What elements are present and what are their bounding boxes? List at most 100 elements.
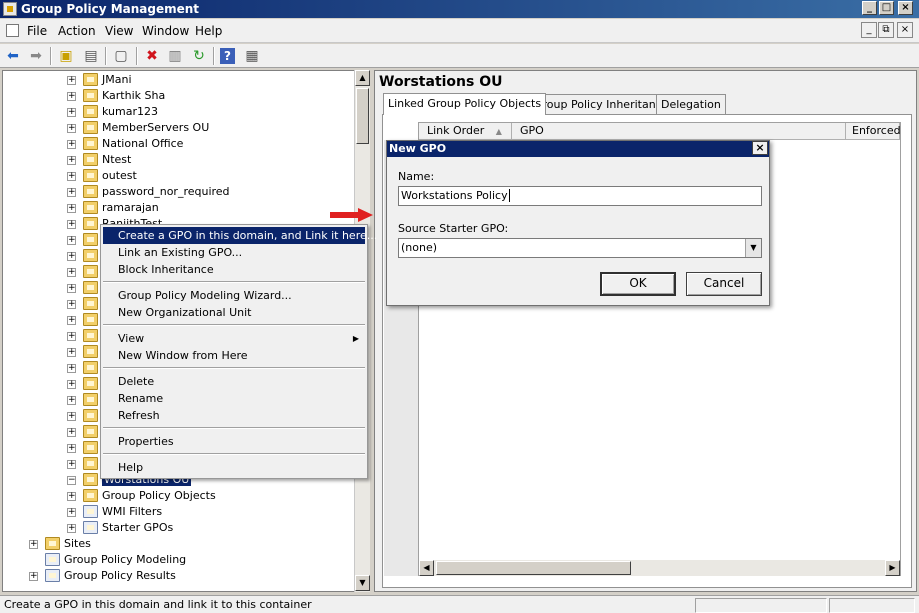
column-enforced[interactable]: Enforced <box>846 123 901 140</box>
context-menu-item[interactable]: Properties <box>103 433 365 450</box>
context-menu-item[interactable]: New Organizational Unit <box>103 304 365 321</box>
tree-item-domain-child[interactable]: + Starter GPOs <box>3 520 363 536</box>
source-starter-gpo-select[interactable]: (none) ▼ <box>398 238 762 258</box>
expand-icon[interactable]: + <box>67 92 76 101</box>
console-icon[interactable]: ▦ <box>243 47 261 65</box>
context-menu-item[interactable]: Rename <box>103 390 365 407</box>
list-horizontal-scrollbar[interactable]: ◀ ▶ <box>419 560 900 576</box>
system-menu-icon[interactable] <box>6 24 19 37</box>
context-menu-item[interactable]: Delete <box>103 373 365 390</box>
expand-icon[interactable]: + <box>67 268 76 277</box>
back-arrow-icon[interactable]: ⬅ <box>4 47 22 65</box>
context-menu-item[interactable]: Group Policy Modeling Wizard... <box>103 287 365 304</box>
refresh-icon[interactable]: ↻ <box>190 47 208 65</box>
expand-icon[interactable]: + <box>67 204 76 213</box>
cancel-button[interactable]: Cancel <box>686 272 762 296</box>
expand-icon[interactable]: + <box>67 300 76 309</box>
menu-file[interactable]: File <box>27 24 47 38</box>
forward-arrow-icon[interactable]: ➡ <box>27 47 45 65</box>
menu-window[interactable]: Window <box>142 24 189 38</box>
expand-icon[interactable]: + <box>29 540 38 549</box>
menu-action[interactable]: Action <box>58 24 96 38</box>
tree-item-root[interactable]: Group Policy Modeling <box>3 552 363 568</box>
expand-icon[interactable]: + <box>67 172 76 181</box>
expand-icon[interactable]: + <box>67 124 76 133</box>
tree-item-ou[interactable]: + National Office <box>3 136 363 152</box>
close-button[interactable]: × <box>898 1 913 15</box>
chevron-down-icon[interactable]: ▼ <box>745 239 761 257</box>
expand-icon[interactable]: + <box>67 316 76 325</box>
expand-icon[interactable]: + <box>67 396 76 405</box>
tab-delegation[interactable]: Delegation <box>656 94 726 114</box>
tree-item-domain-child[interactable]: + Group Policy Objects <box>3 488 363 504</box>
expand-icon[interactable]: + <box>67 284 76 293</box>
ok-button[interactable]: OK <box>600 272 676 296</box>
tree-item-ou[interactable]: + Karthik Sha <box>3 88 363 104</box>
tab-linked-gpos[interactable]: Linked Group Policy Objects <box>383 93 547 115</box>
minimize-button[interactable]: _ <box>862 1 877 15</box>
scroll-down-button[interactable]: ▼ <box>355 575 370 591</box>
context-menu-item[interactable]: Block Inheritance <box>103 261 365 278</box>
expand-icon[interactable]: + <box>67 156 76 165</box>
hscroll-thumb[interactable] <box>436 561 631 575</box>
expand-icon[interactable]: + <box>67 444 76 453</box>
tree-item-root[interactable]: + Group Policy Results <box>3 568 363 584</box>
expand-icon[interactable]: + <box>67 412 76 421</box>
expand-icon[interactable]: + <box>67 524 76 533</box>
context-menu-item[interactable]: Help <box>103 459 365 476</box>
expand-icon[interactable]: + <box>67 76 76 85</box>
scroll-up-button[interactable]: ▲ <box>355 70 370 86</box>
dialog-close-button[interactable]: × <box>752 141 768 155</box>
mdi-close-button[interactable]: × <box>897 22 913 38</box>
folder-icon <box>83 329 98 342</box>
context-menu-item[interactable]: New Window from Here <box>103 347 365 364</box>
expand-icon[interactable]: + <box>67 252 76 261</box>
scroll-right-button[interactable]: ▶ <box>885 560 900 576</box>
menu-view[interactable]: View <box>105 24 133 38</box>
mdi-restore-button[interactable]: ⧉ <box>878 22 894 38</box>
context-menu-item[interactable]: View ▶ <box>103 330 365 347</box>
expand-icon[interactable]: + <box>67 428 76 437</box>
tab-gp-inheritance[interactable]: Group Policy Inheritance <box>529 94 674 114</box>
tree-item-ou[interactable]: + password_nor_required <box>3 184 363 200</box>
context-menu-item[interactable]: Create a GPO in this domain, and Link it… <box>103 227 377 244</box>
column-gpo[interactable]: GPO <box>512 123 846 140</box>
properties-icon[interactable]: ▥ <box>166 47 184 65</box>
collapse-icon[interactable]: − <box>67 476 76 485</box>
scroll-thumb[interactable] <box>356 88 369 144</box>
context-menu-item[interactable]: Refresh <box>103 407 365 424</box>
expand-icon[interactable]: + <box>67 364 76 373</box>
tree-item-ou[interactable]: + JMani <box>3 72 363 88</box>
menu-help[interactable]: Help <box>195 24 222 38</box>
show-hide-tree-icon[interactable]: ▤ <box>82 47 100 65</box>
help-icon[interactable]: ? <box>220 48 235 64</box>
expand-icon[interactable]: + <box>67 236 76 245</box>
expand-icon[interactable]: + <box>67 492 76 501</box>
tree-item-ou[interactable]: + kumar123 <box>3 104 363 120</box>
tree-item-ou[interactable]: + Ntest <box>3 152 363 168</box>
expand-icon[interactable]: + <box>67 380 76 389</box>
expand-icon[interactable]: + <box>67 460 76 469</box>
tree-item-ou[interactable]: + ramarajan <box>3 200 363 216</box>
expand-icon[interactable]: + <box>67 508 76 517</box>
column-link-order[interactable]: Link Order ▲ <box>419 123 512 140</box>
expand-icon[interactable]: + <box>67 188 76 197</box>
context-menu-item[interactable]: Link an Existing GPO... <box>103 244 365 261</box>
gpo-name-input[interactable]: Workstations Policy <box>398 186 762 206</box>
up-folder-icon[interactable]: ▣ <box>57 47 75 65</box>
clipboard-icon[interactable]: ▢ <box>112 47 130 65</box>
maximize-button[interactable]: □ <box>879 1 894 15</box>
delete-icon[interactable]: ✖ <box>143 47 161 65</box>
expand-icon[interactable]: + <box>67 140 76 149</box>
mdi-minimize-button[interactable]: _ <box>861 22 877 38</box>
tree-item-ou[interactable]: + outest <box>3 168 363 184</box>
tree-item-ou[interactable]: + MemberServers OU <box>3 120 363 136</box>
expand-icon[interactable]: + <box>67 108 76 117</box>
expand-icon[interactable]: + <box>29 572 38 581</box>
scroll-left-button[interactable]: ◀ <box>419 560 434 576</box>
expand-icon[interactable]: + <box>67 348 76 357</box>
expand-icon[interactable]: + <box>67 220 76 229</box>
tree-item-domain-child[interactable]: + WMI Filters <box>3 504 363 520</box>
expand-icon[interactable]: + <box>67 332 76 341</box>
tree-item-root[interactable]: + Sites <box>3 536 363 552</box>
